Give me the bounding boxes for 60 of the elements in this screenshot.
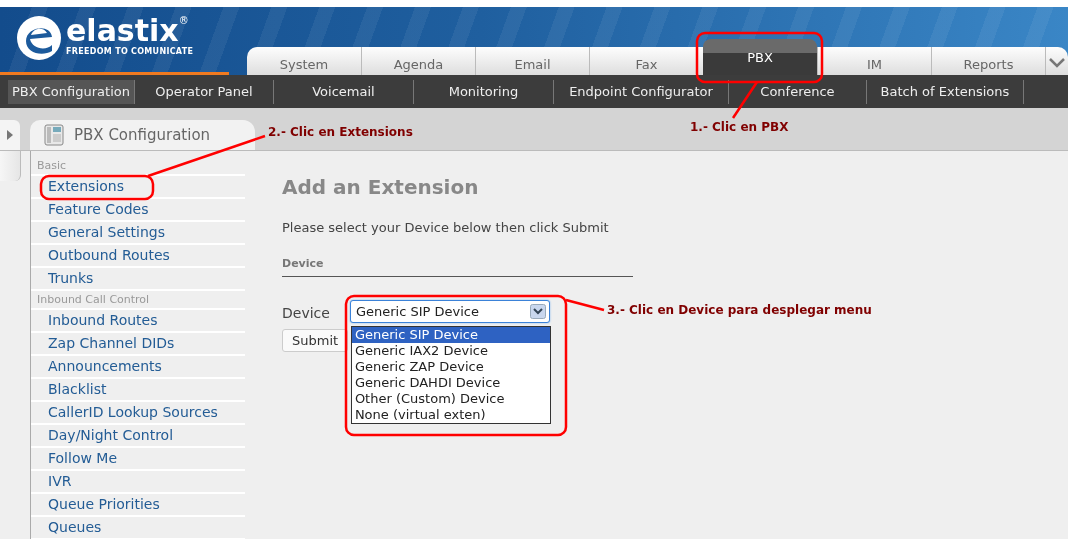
menu-tab[interactable]: Agenda <box>361 47 475 75</box>
sidebar-link[interactable]: Day/Night Control <box>31 425 245 448</box>
sidebar-link[interactable]: Queue Priorities <box>31 494 245 517</box>
page-title: Add an Extension <box>282 175 480 199</box>
panel-tab[interactable]: PBX Configuration <box>30 120 255 150</box>
submenu-item[interactable]: Batch of Extensions <box>866 79 1024 104</box>
sidebar-link[interactable]: CallerID Lookup Sources <box>31 402 245 425</box>
section-heading: Device <box>282 257 633 277</box>
collapse-handle[interactable] <box>0 120 20 150</box>
sidebar-link[interactable]: General Settings <box>31 222 245 245</box>
annotation-text: 3.- Clic en Device para desplegar menu <box>607 303 872 317</box>
phone-icon <box>44 124 64 146</box>
sidebar-heading: Inbound Call Control <box>31 291 245 310</box>
menu-tab[interactable]: Fax <box>589 47 703 75</box>
annotation-text: 2.- Clic en Extensions <box>268 125 413 139</box>
sidebar-link[interactable]: Follow Me <box>31 448 245 471</box>
submenu-item[interactable]: Voicemail <box>273 79 414 104</box>
dropdown-option[interactable]: Generic SIP Device <box>351 327 550 343</box>
logo-icon <box>16 15 62 61</box>
sidebar-link[interactable]: Trunks <box>31 268 245 291</box>
sidebar-heading: Basic <box>31 157 245 176</box>
dropdown-option[interactable]: None (virtual exten) <box>351 407 550 423</box>
field-label: Device <box>282 305 330 321</box>
chevron-down-icon <box>1049 57 1065 68</box>
dropdown-option[interactable]: Generic ZAP Device <box>351 359 550 375</box>
menu-tab[interactable]: PBX <box>703 39 817 75</box>
menu-tab[interactable]: System <box>247 47 361 75</box>
dropdown-option[interactable]: Generic DAHDI Device <box>351 375 550 391</box>
registered-mark: ® <box>178 15 189 26</box>
submenu-item[interactable]: Operator Panel <box>134 79 274 104</box>
sidebar-link[interactable]: Blacklist <box>31 379 245 402</box>
annotation-text: 1.- Clic en PBX <box>690 120 789 134</box>
menu-tab[interactable]: Email <box>475 47 589 75</box>
menu-tab[interactable]: Reports <box>931 47 1045 75</box>
sidebar-link[interactable]: Zap Channel DIDs <box>31 333 245 356</box>
submenu-item[interactable]: Endpoint Configurator <box>553 79 729 104</box>
leader-line <box>731 81 759 119</box>
submit-button[interactable]: Submit <box>282 329 349 352</box>
device-dropdown[interactable]: Generic SIP Device <box>349 300 550 323</box>
logo-wordmark: elastix <box>66 15 179 47</box>
sidebar-link[interactable]: Outbound Routes <box>31 245 245 268</box>
instruction-text: Please select your Device below then click Submit <box>282 220 610 235</box>
sidebar-link[interactable]: Extensions <box>31 176 245 199</box>
panel-title: PBX Configuration <box>74 126 211 144</box>
dropdown-option[interactable]: Generic IAX2 Device <box>351 343 550 359</box>
sidebar-link[interactable]: Announcements <box>31 356 245 379</box>
submenu-item[interactable]: PBX Configuration <box>8 79 135 104</box>
more-tabs-button[interactable] <box>1045 47 1068 75</box>
sidebar-link[interactable]: Inbound Routes <box>31 310 245 333</box>
leader-line <box>565 298 605 312</box>
submenu-item[interactable]: Conference <box>728 79 867 104</box>
expand-arrow-icon <box>7 130 13 140</box>
sidebar-link[interactable]: Feature Codes <box>31 199 245 222</box>
menu-tab[interactable]: IM <box>817 47 931 75</box>
sidebar-handle[interactable] <box>0 151 21 181</box>
sidebar-link[interactable]: IVR <box>31 471 245 494</box>
sidebar-link[interactable]: Queues <box>31 517 245 539</box>
submenu-item[interactable]: Monitoring <box>413 79 554 104</box>
dropdown-option[interactable]: Other (Custom) Device <box>351 391 550 407</box>
logo-tagline: FREEDOM TO COMUNICATE <box>66 47 194 56</box>
